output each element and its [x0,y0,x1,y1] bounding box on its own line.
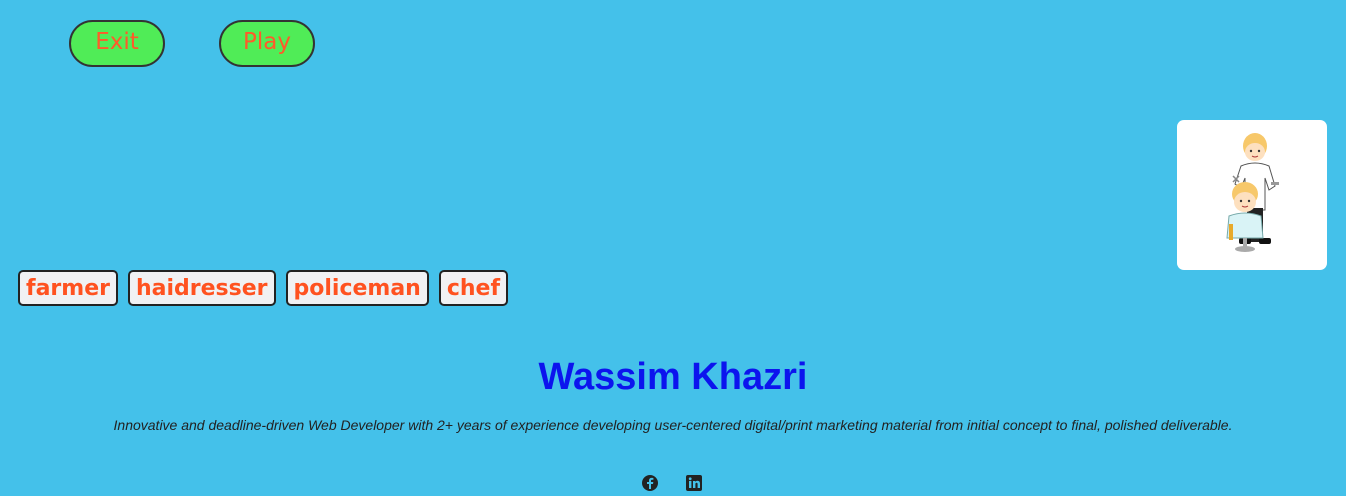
picture-card [1177,120,1327,270]
social-links [0,474,1346,494]
hairdresser-illustration [1226,133,1279,252]
choice-haidresser[interactable]: haidresser [127,270,276,306]
choice-policeman[interactable]: policeman [285,270,429,306]
choice-farmer[interactable]: farmer [18,270,118,306]
author-bio: Innovative and deadline-driven Web Devel… [113,417,1233,433]
answer-choices: farmer haidresser policeman chef [18,270,509,306]
choice-chef[interactable]: chef [438,270,509,306]
game-page: Exit Play farmer haidresser policeman ch… [0,0,1346,496]
facebook-icon[interactable] [641,474,659,492]
linkedin-icon[interactable] [685,474,703,492]
play-button[interactable]: Play [219,20,315,67]
author-name: Wassim Khazri [538,356,808,398]
exit-button[interactable]: Exit [69,20,165,67]
